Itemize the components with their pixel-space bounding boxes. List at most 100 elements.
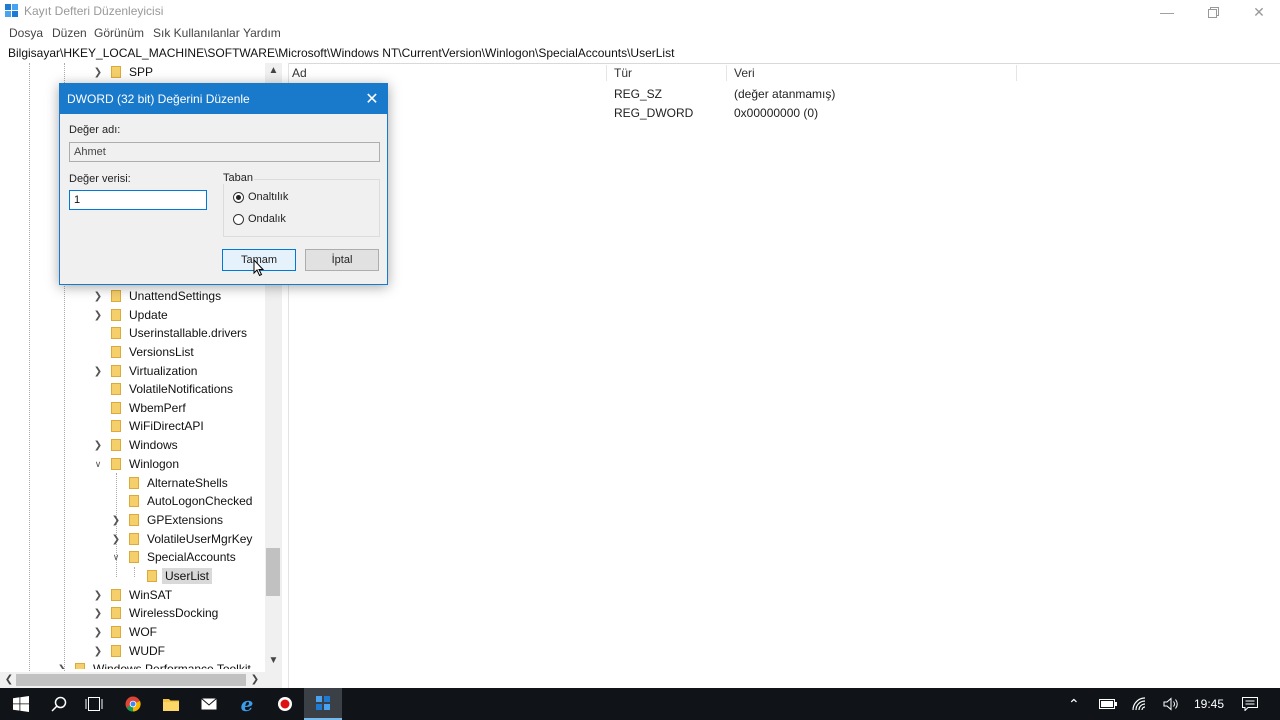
folder-icon (129, 551, 139, 563)
tree-item[interactable]: ❯ WirelessDocking (92, 604, 219, 622)
tree-item-label: UnattendSettings (129, 289, 222, 303)
radio-unselected-icon (233, 213, 244, 225)
task-view-icon (85, 697, 103, 711)
dialog-title-bar[interactable]: DWORD (32 bit) Değerini Düzenle (60, 84, 387, 114)
folder-icon (111, 383, 121, 395)
menu-yardim[interactable]: Yardım (243, 26, 281, 40)
tree-item[interactable]: ❯ SPP (92, 63, 153, 81)
folder-icon (111, 626, 121, 638)
chevron-right-icon[interactable]: ❯ (92, 440, 104, 451)
column-header-name[interactable]: Ad (292, 66, 307, 80)
values-list[interactable]: Ad Tür Veri REG_SZ (değer atanmamış) REG… (288, 63, 1280, 688)
cancel-button[interactable]: İptal (305, 249, 379, 271)
clock[interactable]: 19:45 (1194, 688, 1224, 720)
tree-item[interactable]: AutoLogonChecked (110, 492, 252, 510)
tree-item[interactable]: AlternateShells (110, 474, 228, 492)
folder-icon (111, 309, 121, 321)
chevron-right-icon[interactable]: ❯ (110, 534, 122, 545)
tree-item-label: VersionsList (129, 345, 194, 359)
record-button[interactable] (266, 688, 304, 720)
radio-selected-icon (233, 191, 244, 203)
folder-icon (129, 477, 139, 489)
tree-item[interactable]: ❯ GPExtensions (110, 511, 223, 529)
tree-item[interactable]: ❯ VolatileUserMgrKey (110, 530, 253, 548)
action-center-button[interactable] (1242, 688, 1258, 720)
chevron-right-icon[interactable]: ❯ (110, 515, 122, 526)
scroll-right-icon[interactable]: ❯ (250, 674, 260, 685)
edge-button[interactable]: e (228, 688, 266, 720)
tree-item[interactable]: ❯ UnattendSettings (92, 287, 221, 305)
scroll-down-icon[interactable]: ▼ (265, 655, 282, 666)
restore-icon (1207, 6, 1219, 18)
row-data: (değer atanmamış) (734, 87, 836, 101)
chevron-right-icon[interactable]: ❯ (92, 608, 104, 619)
network-button[interactable] (1132, 688, 1148, 720)
tree-item[interactable]: Userinstallable.drivers (92, 324, 247, 342)
mail-button[interactable] (190, 688, 228, 720)
tree-item[interactable]: ❯ Virtualization (92, 362, 198, 380)
chevron-right-icon[interactable]: ❯ (92, 590, 104, 601)
tree-item[interactable]: VolatileNotifications (92, 380, 233, 398)
show-hidden-icons-button[interactable]: ⌃ (1068, 688, 1080, 720)
tree-item-label: Winlogon (129, 457, 180, 471)
start-button[interactable] (2, 688, 40, 720)
edge-icon: e (240, 692, 254, 716)
menu-sik-kullanilanlar[interactable]: Sık Kullanılanlar (153, 26, 240, 40)
tree-item[interactable]: ❯ WinSAT (92, 586, 172, 604)
tree-item[interactable]: ❯ Update (92, 306, 168, 324)
tree-item[interactable]: ❯ WOF (92, 623, 157, 641)
tree-item[interactable]: WbemPerf (92, 399, 186, 417)
close-icon: ✕ (1253, 3, 1265, 20)
tree-item-label: WbemPerf (129, 401, 186, 415)
tree-item[interactable]: UserList (128, 567, 213, 585)
tree-item[interactable]: ❯ WUDF (92, 642, 165, 660)
scroll-up-icon[interactable]: ▲ (265, 65, 282, 76)
edit-dword-dialog: DWORD (32 bit) Değerini Düzenle ✕ Değer … (59, 83, 388, 285)
chevron-right-icon[interactable]: ❯ (92, 310, 104, 321)
menu-duzen[interactable]: Düzen (52, 26, 87, 40)
radio-hexadecimal-label: Onaltılık (248, 191, 289, 203)
chevron-down-icon[interactable]: ∨ (110, 552, 122, 563)
folder-icon (111, 607, 121, 619)
address-path[interactable]: Bilgisayar\HKEY_LOCAL_MACHINE\SOFTWARE\M… (8, 46, 674, 60)
radio-decimal[interactable]: Ondalık (233, 213, 286, 225)
restore-button[interactable] (1190, 0, 1236, 24)
folder-icon (111, 365, 121, 377)
menu-dosya[interactable]: Dosya (9, 26, 43, 40)
volume-button[interactable] (1163, 688, 1181, 720)
radio-hexadecimal[interactable]: Onaltılık (233, 191, 288, 203)
tree-item[interactable]: WiFiDirectAPI (92, 417, 204, 435)
tree-scroll-thumb[interactable] (266, 548, 280, 596)
chrome-button[interactable] (114, 688, 152, 720)
chevron-right-icon[interactable]: ❯ (92, 646, 104, 657)
chevron-right-icon[interactable]: ❯ (92, 291, 104, 302)
address-bar[interactable]: Bilgisayar\HKEY_LOCAL_MACHINE\SOFTWARE\M… (0, 44, 1280, 64)
tree-item-label: AlternateShells (147, 476, 228, 490)
search-button[interactable] (40, 688, 78, 720)
menu-gorunum[interactable]: Görünüm (94, 26, 144, 40)
file-explorer-button[interactable] (152, 688, 190, 720)
tree-item-label: VolatileNotifications (129, 382, 234, 396)
chevron-right-icon[interactable]: ❯ (92, 366, 104, 377)
tree-item[interactable]: ❯ Windows (92, 436, 178, 454)
column-header-type[interactable]: Tür (614, 66, 632, 80)
regedit-taskbar-button[interactable] (304, 688, 342, 720)
chevron-down-icon[interactable]: ∨ (92, 459, 104, 470)
tree-horizontal-thumb[interactable] (16, 674, 246, 686)
scroll-left-icon[interactable]: ❮ (4, 674, 14, 685)
value-data-input[interactable]: 1 (69, 190, 207, 210)
tree-item[interactable]: VersionsList (92, 343, 194, 361)
tree-item[interactable]: ∨ Winlogon (92, 455, 179, 473)
dialog-close-button[interactable]: ✕ (357, 84, 387, 114)
close-button[interactable]: ✕ (1236, 0, 1280, 24)
chevron-right-icon[interactable]: ❯ (92, 67, 104, 78)
tree-item[interactable]: ∨ SpecialAccounts (110, 548, 236, 566)
minimize-button[interactable]: — (1144, 0, 1190, 24)
minimize-icon: — (1160, 4, 1174, 20)
tree-item-label: Userinstallable.drivers (129, 326, 248, 340)
battery-button[interactable] (1099, 688, 1117, 720)
task-view-button[interactable] (75, 688, 113, 720)
chevron-right-icon[interactable]: ❯ (92, 627, 104, 638)
tree-item-label: WUDF (129, 644, 165, 658)
column-header-data[interactable]: Veri (734, 66, 755, 80)
